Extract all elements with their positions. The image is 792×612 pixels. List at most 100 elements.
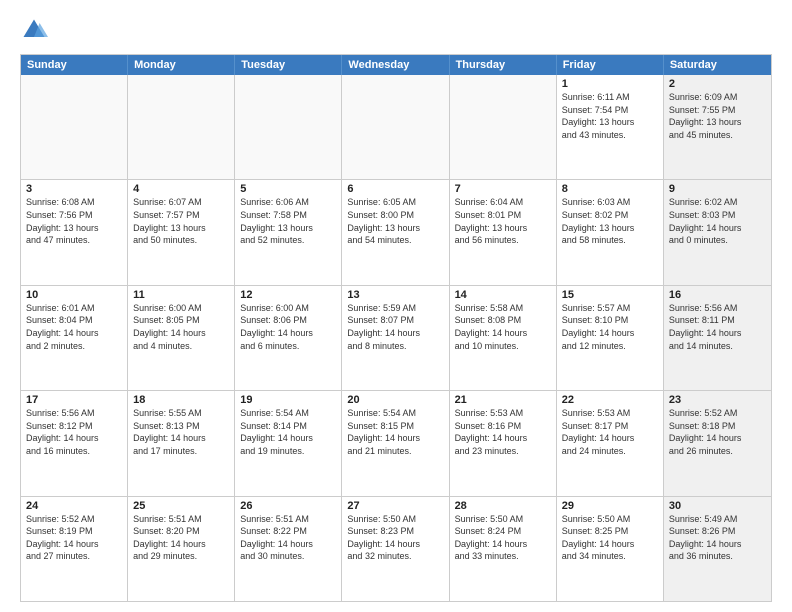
- day-number: 27: [347, 500, 443, 512]
- day-info: Sunrise: 6:00 AMSunset: 8:06 PMDaylight:…: [240, 302, 336, 352]
- day-number: 14: [455, 289, 551, 301]
- day-info: Sunrise: 5:56 AMSunset: 8:12 PMDaylight:…: [26, 407, 122, 457]
- day-number: 1: [562, 78, 658, 90]
- day-info: Sunrise: 5:50 AMSunset: 8:24 PMDaylight:…: [455, 513, 551, 563]
- day-info: Sunrise: 6:00 AMSunset: 8:05 PMDaylight:…: [133, 302, 229, 352]
- day-number: 18: [133, 394, 229, 406]
- day-number: 8: [562, 183, 658, 195]
- day-number: 25: [133, 500, 229, 512]
- day-number: 10: [26, 289, 122, 301]
- header-day-sunday: Sunday: [21, 55, 128, 75]
- day-info: Sunrise: 5:58 AMSunset: 8:08 PMDaylight:…: [455, 302, 551, 352]
- day-cell-24: 24Sunrise: 5:52 AMSunset: 8:19 PMDayligh…: [21, 497, 128, 601]
- header-day-friday: Friday: [557, 55, 664, 75]
- day-info: Sunrise: 6:08 AMSunset: 7:56 PMDaylight:…: [26, 196, 122, 246]
- day-cell-18: 18Sunrise: 5:55 AMSunset: 8:13 PMDayligh…: [128, 391, 235, 495]
- day-number: 30: [669, 500, 766, 512]
- day-cell-25: 25Sunrise: 5:51 AMSunset: 8:20 PMDayligh…: [128, 497, 235, 601]
- calendar-header: SundayMondayTuesdayWednesdayThursdayFrid…: [21, 55, 771, 75]
- day-info: Sunrise: 5:49 AMSunset: 8:26 PMDaylight:…: [669, 513, 766, 563]
- week-row-4: 17Sunrise: 5:56 AMSunset: 8:12 PMDayligh…: [21, 391, 771, 496]
- header-day-monday: Monday: [128, 55, 235, 75]
- day-cell-1: 1Sunrise: 6:11 AMSunset: 7:54 PMDaylight…: [557, 75, 664, 179]
- day-cell-29: 29Sunrise: 5:50 AMSunset: 8:25 PMDayligh…: [557, 497, 664, 601]
- day-info: Sunrise: 6:01 AMSunset: 8:04 PMDaylight:…: [26, 302, 122, 352]
- day-cell-13: 13Sunrise: 5:59 AMSunset: 8:07 PMDayligh…: [342, 286, 449, 390]
- day-cell-6: 6Sunrise: 6:05 AMSunset: 8:00 PMDaylight…: [342, 180, 449, 284]
- day-info: Sunrise: 5:54 AMSunset: 8:14 PMDaylight:…: [240, 407, 336, 457]
- day-number: 16: [669, 289, 766, 301]
- day-cell-19: 19Sunrise: 5:54 AMSunset: 8:14 PMDayligh…: [235, 391, 342, 495]
- day-number: 9: [669, 183, 766, 195]
- day-cell-16: 16Sunrise: 5:56 AMSunset: 8:11 PMDayligh…: [664, 286, 771, 390]
- day-cell-21: 21Sunrise: 5:53 AMSunset: 8:16 PMDayligh…: [450, 391, 557, 495]
- day-number: 12: [240, 289, 336, 301]
- day-number: 15: [562, 289, 658, 301]
- day-cell-28: 28Sunrise: 5:50 AMSunset: 8:24 PMDayligh…: [450, 497, 557, 601]
- empty-cell-w0c1: [128, 75, 235, 179]
- day-number: 11: [133, 289, 229, 301]
- header: [20, 16, 772, 44]
- day-info: Sunrise: 6:04 AMSunset: 8:01 PMDaylight:…: [455, 196, 551, 246]
- week-row-5: 24Sunrise: 5:52 AMSunset: 8:19 PMDayligh…: [21, 497, 771, 601]
- day-cell-30: 30Sunrise: 5:49 AMSunset: 8:26 PMDayligh…: [664, 497, 771, 601]
- day-number: 28: [455, 500, 551, 512]
- day-cell-3: 3Sunrise: 6:08 AMSunset: 7:56 PMDaylight…: [21, 180, 128, 284]
- day-number: 6: [347, 183, 443, 195]
- day-cell-27: 27Sunrise: 5:50 AMSunset: 8:23 PMDayligh…: [342, 497, 449, 601]
- day-info: Sunrise: 5:51 AMSunset: 8:22 PMDaylight:…: [240, 513, 336, 563]
- day-info: Sunrise: 5:53 AMSunset: 8:17 PMDaylight:…: [562, 407, 658, 457]
- day-number: 22: [562, 394, 658, 406]
- day-info: Sunrise: 5:50 AMSunset: 8:23 PMDaylight:…: [347, 513, 443, 563]
- day-info: Sunrise: 6:02 AMSunset: 8:03 PMDaylight:…: [669, 196, 766, 246]
- header-day-tuesday: Tuesday: [235, 55, 342, 75]
- day-info: Sunrise: 5:54 AMSunset: 8:15 PMDaylight:…: [347, 407, 443, 457]
- day-info: Sunrise: 6:06 AMSunset: 7:58 PMDaylight:…: [240, 196, 336, 246]
- logo-icon: [20, 16, 48, 44]
- day-cell-14: 14Sunrise: 5:58 AMSunset: 8:08 PMDayligh…: [450, 286, 557, 390]
- day-number: 20: [347, 394, 443, 406]
- header-day-saturday: Saturday: [664, 55, 771, 75]
- day-number: 3: [26, 183, 122, 195]
- calendar: SundayMondayTuesdayWednesdayThursdayFrid…: [20, 54, 772, 602]
- empty-cell-w0c2: [235, 75, 342, 179]
- day-info: Sunrise: 5:57 AMSunset: 8:10 PMDaylight:…: [562, 302, 658, 352]
- day-cell-5: 5Sunrise: 6:06 AMSunset: 7:58 PMDaylight…: [235, 180, 342, 284]
- day-info: Sunrise: 6:03 AMSunset: 8:02 PMDaylight:…: [562, 196, 658, 246]
- day-number: 7: [455, 183, 551, 195]
- header-day-wednesday: Wednesday: [342, 55, 449, 75]
- day-info: Sunrise: 6:05 AMSunset: 8:00 PMDaylight:…: [347, 196, 443, 246]
- day-info: Sunrise: 5:50 AMSunset: 8:25 PMDaylight:…: [562, 513, 658, 563]
- logo: [20, 16, 52, 44]
- empty-cell-w0c4: [450, 75, 557, 179]
- day-info: Sunrise: 6:09 AMSunset: 7:55 PMDaylight:…: [669, 91, 766, 141]
- day-info: Sunrise: 5:51 AMSunset: 8:20 PMDaylight:…: [133, 513, 229, 563]
- day-number: 29: [562, 500, 658, 512]
- day-info: Sunrise: 5:53 AMSunset: 8:16 PMDaylight:…: [455, 407, 551, 457]
- day-number: 17: [26, 394, 122, 406]
- day-cell-2: 2Sunrise: 6:09 AMSunset: 7:55 PMDaylight…: [664, 75, 771, 179]
- day-number: 21: [455, 394, 551, 406]
- day-cell-10: 10Sunrise: 6:01 AMSunset: 8:04 PMDayligh…: [21, 286, 128, 390]
- day-cell-4: 4Sunrise: 6:07 AMSunset: 7:57 PMDaylight…: [128, 180, 235, 284]
- day-cell-9: 9Sunrise: 6:02 AMSunset: 8:03 PMDaylight…: [664, 180, 771, 284]
- day-cell-23: 23Sunrise: 5:52 AMSunset: 8:18 PMDayligh…: [664, 391, 771, 495]
- empty-cell-w0c0: [21, 75, 128, 179]
- day-cell-17: 17Sunrise: 5:56 AMSunset: 8:12 PMDayligh…: [21, 391, 128, 495]
- header-day-thursday: Thursday: [450, 55, 557, 75]
- day-info: Sunrise: 5:59 AMSunset: 8:07 PMDaylight:…: [347, 302, 443, 352]
- day-number: 2: [669, 78, 766, 90]
- day-cell-26: 26Sunrise: 5:51 AMSunset: 8:22 PMDayligh…: [235, 497, 342, 601]
- page: SundayMondayTuesdayWednesdayThursdayFrid…: [0, 0, 792, 612]
- day-info: Sunrise: 6:07 AMSunset: 7:57 PMDaylight:…: [133, 196, 229, 246]
- day-info: Sunrise: 6:11 AMSunset: 7:54 PMDaylight:…: [562, 91, 658, 141]
- day-number: 5: [240, 183, 336, 195]
- calendar-body: 1Sunrise: 6:11 AMSunset: 7:54 PMDaylight…: [21, 75, 771, 601]
- day-cell-8: 8Sunrise: 6:03 AMSunset: 8:02 PMDaylight…: [557, 180, 664, 284]
- day-number: 13: [347, 289, 443, 301]
- day-number: 19: [240, 394, 336, 406]
- day-number: 23: [669, 394, 766, 406]
- day-info: Sunrise: 5:52 AMSunset: 8:19 PMDaylight:…: [26, 513, 122, 563]
- day-number: 26: [240, 500, 336, 512]
- day-cell-20: 20Sunrise: 5:54 AMSunset: 8:15 PMDayligh…: [342, 391, 449, 495]
